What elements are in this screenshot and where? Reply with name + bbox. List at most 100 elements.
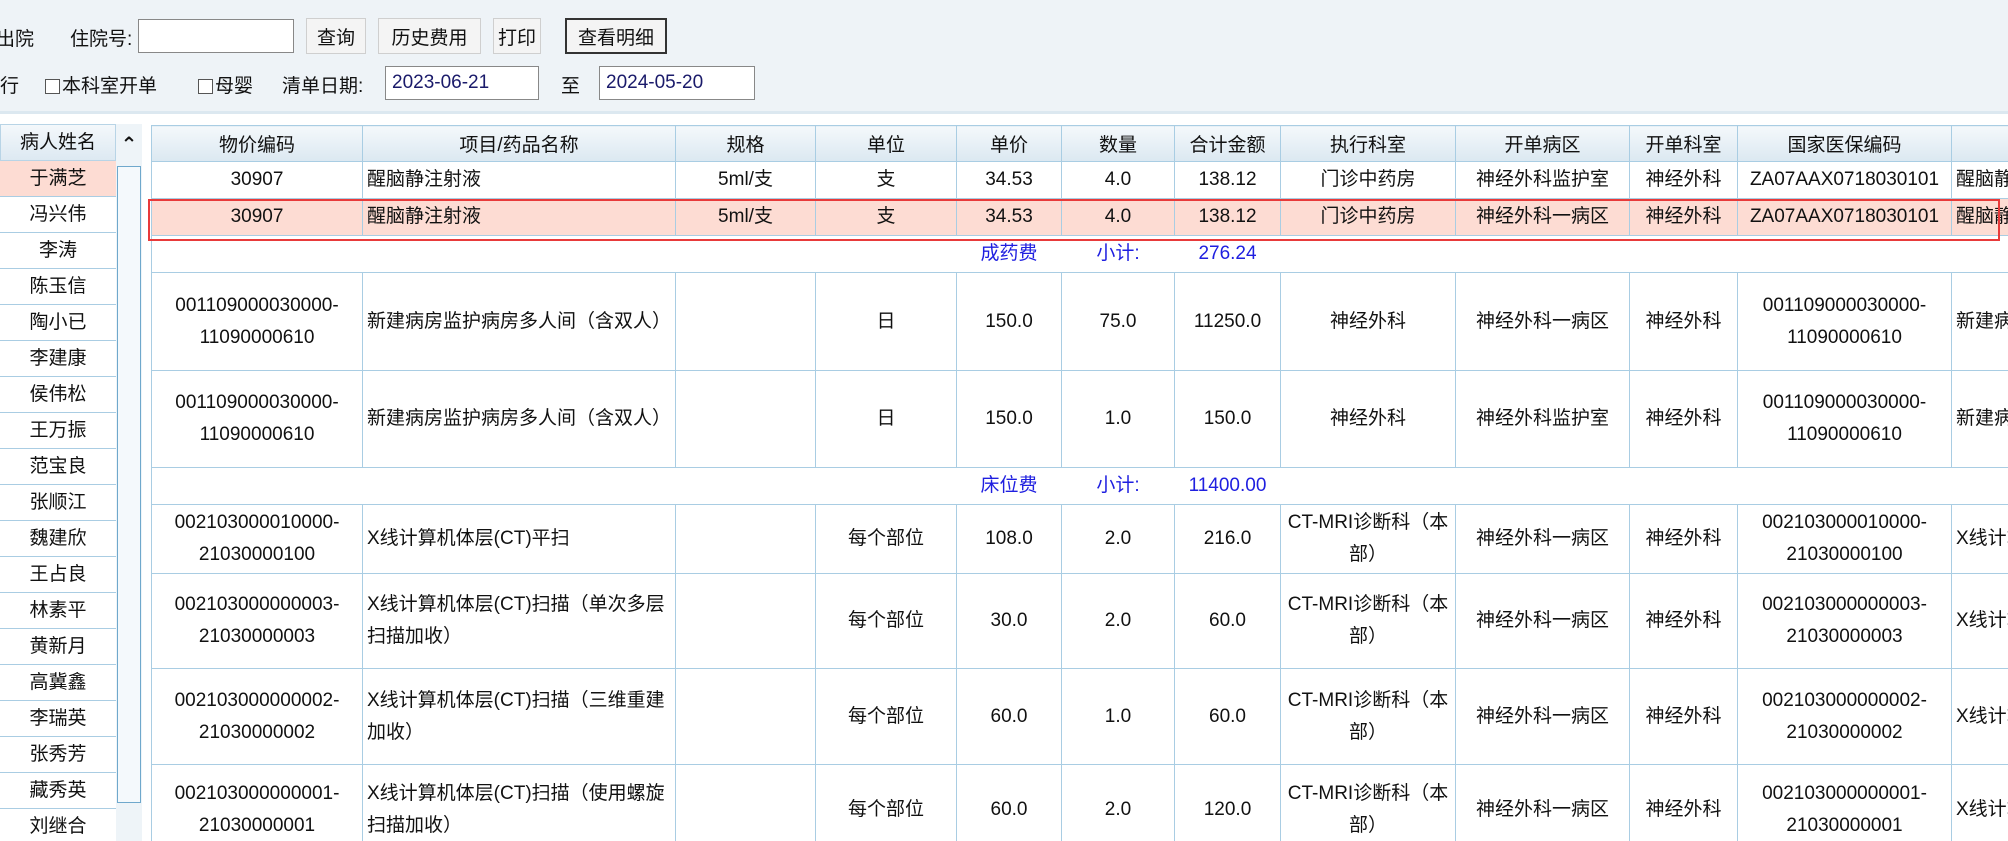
column-header[interactable]: 单价	[956, 125, 1062, 162]
table-row[interactable]: 001109000030000-11090000610 新建病房监护病房多人间（含…	[151, 370, 2008, 468]
query-button[interactable]: 查询	[306, 18, 366, 54]
scroll-up-icon[interactable]: ⌃	[116, 124, 142, 166]
patient-list-item[interactable]: 张顺江	[0, 485, 116, 521]
table-row[interactable]: 002103000000002-21030000002 X线计算机体层(CT)扫描…	[151, 668, 2008, 765]
table-cell: 138.12	[1174, 198, 1281, 236]
table-cell: 新建病房监护病房多人间（含双人）	[362, 272, 676, 371]
column-header[interactable]: 执行科室	[1280, 125, 1456, 162]
empty-cell	[1629, 467, 1738, 505]
column-header[interactable]: 开单科室	[1629, 125, 1738, 162]
patient-list-item[interactable]: 李建康	[0, 341, 116, 377]
patient-list-item[interactable]: 高冀鑫	[0, 665, 116, 701]
table-cell: 150.0	[956, 272, 1062, 371]
patient-list-item[interactable]: 刘继合	[0, 809, 116, 841]
patient-list-item[interactable]: 陈玉信	[0, 269, 116, 305]
table-cell: 日	[815, 272, 957, 371]
table-cell: CT-MRI诊断科（本部）	[1280, 668, 1456, 765]
column-header[interactable]: 规格	[675, 125, 816, 162]
subtotal-category: 成药费	[956, 235, 1062, 273]
subtotal-label: 小计:	[1061, 235, 1175, 273]
table-cell: 001109000030000-11090000610	[1737, 272, 1952, 371]
empty-cell	[1737, 235, 1952, 273]
admission-no-input[interactable]	[138, 19, 294, 53]
column-header[interactable]: 国家医保编码	[1737, 125, 1952, 162]
table-cell: 60.0	[956, 668, 1062, 765]
empty-cell	[1951, 467, 2008, 505]
table-cell: 30.0	[956, 573, 1062, 669]
dept-order-checkbox[interactable]: 本科室开单	[45, 71, 157, 98]
patient-list-item[interactable]: 王占良	[0, 557, 116, 593]
history-cost-button[interactable]: 历史费用	[378, 18, 481, 54]
patient-list-item[interactable]: 于满芝	[0, 161, 116, 197]
checkbox-icon[interactable]	[45, 79, 60, 94]
table-cell: 5ml/支	[675, 161, 816, 199]
table-row[interactable]: 001109000030000-11090000610 新建病房监护病房多人间（含…	[151, 272, 2008, 371]
date-to-input[interactable]	[599, 66, 755, 100]
table-cell: 醒脑静注射液	[1951, 198, 2008, 236]
table-cell: 120.0	[1174, 764, 1281, 841]
column-header[interactable]: 物价编码	[151, 125, 363, 162]
patient-list-scrollbar[interactable]: ⌃	[116, 124, 142, 841]
patient-list-item[interactable]: 陶小已	[0, 305, 116, 341]
view-detail-button[interactable]: 查看明细	[565, 18, 667, 54]
table-cell: 2.0	[1061, 504, 1175, 574]
patient-list-item[interactable]: 冯兴伟	[0, 197, 116, 233]
table-cell: 门诊中药房	[1280, 161, 1456, 199]
patient-list-item[interactable]: 魏建欣	[0, 521, 116, 557]
table-row[interactable]: 30907 醒脑静注射液 5ml/支支 34.53 4.0 138.12 门诊中药房 神经外科…	[151, 198, 2008, 236]
row2-prefix-label: 行	[0, 76, 20, 97]
patient-list-item[interactable]: 黄新月	[0, 629, 116, 665]
checkbox-icon[interactable]	[198, 79, 213, 94]
empty-cell	[1455, 235, 1630, 273]
table-cell: 神经外科一病区	[1455, 764, 1630, 841]
column-header[interactable]: 合计金额	[1174, 125, 1281, 162]
table-cell: 002103000000003-21030000003	[151, 573, 363, 669]
patient-list-item[interactable]: 侯伟松	[0, 377, 116, 413]
table-row[interactable]: 002103000000003-21030000003 X线计算机体层(CT)扫描…	[151, 573, 2008, 669]
patient-list-item[interactable]: 王万振	[0, 413, 116, 449]
table-cell: 神经外科	[1280, 370, 1456, 468]
table-cell: 神经外科监护室	[1455, 161, 1630, 199]
table-cell: X线计算机体层(CT)扫描（三维重建加收）	[1951, 668, 2008, 765]
table-cell	[675, 668, 816, 765]
table-cell: 神经外科	[1629, 370, 1738, 468]
empty-cell	[815, 235, 957, 273]
column-header[interactable]: 单位	[815, 125, 957, 162]
column-header[interactable]: 国家	[1951, 125, 2008, 162]
table-cell: 神经外科一病区	[1455, 668, 1630, 765]
table-row[interactable]: 002103000000001-21030000001 X线计算机体层(CT)扫描…	[151, 764, 2008, 841]
empty-cell	[1951, 235, 2008, 273]
table-cell: 34.53	[956, 161, 1062, 199]
patient-list-item[interactable]: 李瑞英	[0, 701, 116, 737]
table-cell: 001109000030000-11090000610	[1737, 370, 1952, 468]
table-cell: 1.0	[1061, 668, 1175, 765]
table-cell: 001109000030000-11090000610	[151, 272, 363, 371]
patient-list-item[interactable]: 张秀芳	[0, 737, 116, 773]
patient-list-item[interactable]: 林素平	[0, 593, 116, 629]
table-cell: 002103000010000-21030000100	[1737, 504, 1952, 574]
column-header[interactable]: 项目/药品名称	[362, 125, 676, 162]
table-cell: 支	[815, 161, 957, 199]
table-cell: CT-MRI诊断科（本部）	[1280, 573, 1456, 669]
column-header[interactable]: 开单病区	[1455, 125, 1630, 162]
patient-list-item[interactable]: 李涛	[0, 233, 116, 269]
table-cell: ZA07AAX0718030101	[1737, 198, 1952, 236]
column-header[interactable]: 数量	[1061, 125, 1175, 162]
table-cell: 每个部位	[815, 764, 957, 841]
fee-detail-table: 物价编码 项目/药品名称 规格 单位 单价 数量 合计金额 执行科室 开单病区 开单科室 国家医保编…	[151, 125, 2008, 841]
scrollbar-thumb[interactable]	[117, 166, 141, 803]
date-from-input[interactable]	[385, 66, 539, 100]
patient-list-item[interactable]: 藏秀英	[0, 773, 116, 809]
table-cell: 11250.0	[1174, 272, 1281, 371]
table-cell: 4.0	[1061, 198, 1175, 236]
table-cell: 60.0	[1174, 573, 1281, 669]
table-cell: X线计算机体层(CT)扫描（使用螺旋扫描加收）	[362, 764, 676, 841]
print-button[interactable]: 打印	[493, 18, 541, 54]
table-row[interactable]: 30907 醒脑静注射液 5ml/支支 34.53 4.0 138.12 门诊中药房 神经外科…	[151, 161, 2008, 199]
empty-cell	[362, 467, 676, 505]
patient-list-item[interactable]: 范宝良	[0, 449, 116, 485]
mother-baby-checkbox[interactable]: 母婴	[198, 71, 253, 98]
empty-cell	[151, 467, 363, 505]
table-cell: 支	[815, 198, 957, 236]
table-row[interactable]: 002103000010000-21030000100 X线计算机体层(CT)平扫…	[151, 504, 2008, 574]
